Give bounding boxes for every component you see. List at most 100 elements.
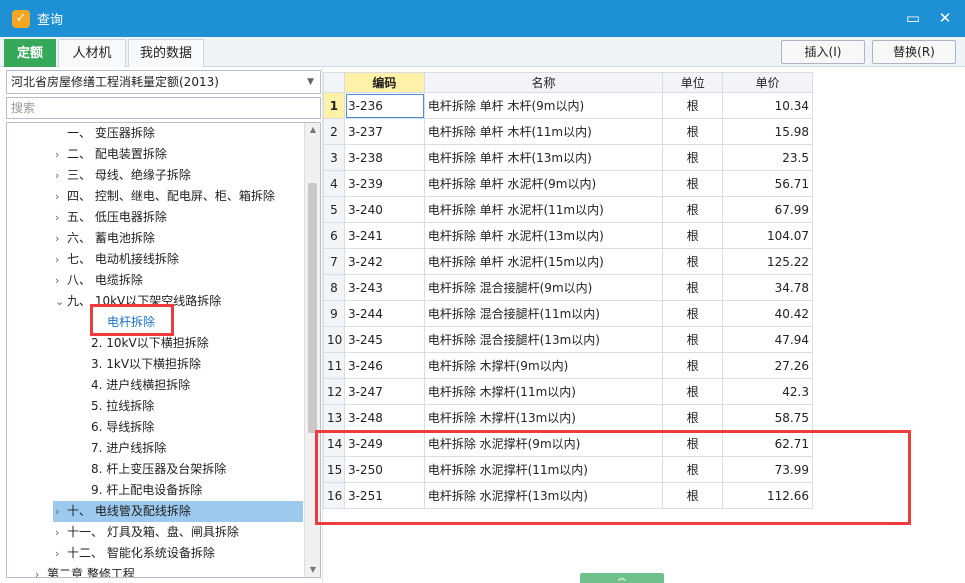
cell-name[interactable]: 电杆拆除 单杆 水泥杆(9m以内) bbox=[424, 171, 664, 197]
cell-price[interactable]: 40.42 bbox=[723, 301, 813, 327]
cell-code[interactable]: 3-245 bbox=[344, 327, 425, 353]
table-row[interactable]: 1 3-236 电杆拆除 单杆 木杆(9m以内) 根 10.34 bbox=[324, 93, 813, 119]
cell-name[interactable]: 电杆拆除 木撑杆(11m以内) bbox=[424, 379, 664, 405]
chevron-right-icon[interactable]: › bbox=[35, 564, 47, 577]
cell-name[interactable]: 电杆拆除 单杆 水泥杆(13m以内) bbox=[424, 223, 664, 249]
scroll-up-icon[interactable]: ▲ bbox=[305, 123, 320, 137]
row-index[interactable]: 12 bbox=[324, 379, 345, 405]
table-row[interactable]: 7 3-242 电杆拆除 单杆 水泥杆(15m以内) 根 125.22 bbox=[324, 249, 813, 275]
tab-my-data[interactable]: 我的数据 bbox=[128, 39, 204, 67]
row-index[interactable]: 4 bbox=[324, 171, 345, 197]
scrollbar-thumb[interactable] bbox=[308, 183, 317, 433]
cell-code[interactable]: 3-244 bbox=[344, 301, 425, 327]
tree-item[interactable]: 5. 拉线拆除 bbox=[91, 396, 154, 417]
cell-price[interactable]: 125.22 bbox=[723, 249, 813, 275]
cell-name[interactable]: 电杆拆除 混合接腿杆(9m以内) bbox=[424, 275, 664, 301]
row-index[interactable]: 2 bbox=[324, 119, 345, 145]
cell-unit[interactable]: 根 bbox=[663, 353, 724, 379]
tree-item[interactable]: › 五、 低压电器拆除 bbox=[55, 207, 167, 228]
cell-unit[interactable]: 根 bbox=[663, 379, 724, 405]
cell-code[interactable]: 3-240 bbox=[344, 197, 425, 223]
chevron-right-icon[interactable]: › bbox=[55, 144, 67, 165]
tree-item[interactable]: › 第二章 整修工程 bbox=[35, 564, 135, 577]
cell-price[interactable]: 23.5 bbox=[723, 145, 813, 171]
tree-item[interactable]: › 七、 电动机接线拆除 bbox=[55, 249, 179, 270]
table-row[interactable]: 5 3-240 电杆拆除 单杆 水泥杆(11m以内) 根 67.99 bbox=[324, 197, 813, 223]
table-row[interactable]: 13 3-248 电杆拆除 木撑杆(13m以内) 根 58.75 bbox=[324, 405, 813, 431]
chevron-right-icon[interactable]: › bbox=[55, 249, 67, 270]
table-row[interactable]: 4 3-239 电杆拆除 单杆 水泥杆(9m以内) 根 56.71 bbox=[324, 171, 813, 197]
cell-name[interactable]: 电杆拆除 单杆 木杆(13m以内) bbox=[424, 145, 664, 171]
header-unit[interactable]: 单位 bbox=[663, 73, 724, 93]
cell-unit[interactable]: 根 bbox=[663, 171, 724, 197]
tree-item[interactable]: › 四、 控制、继电、配电屏、柜、箱拆除 bbox=[55, 186, 275, 207]
cell-code[interactable]: 3-243 bbox=[344, 275, 425, 301]
cell-code[interactable]: 3-247 bbox=[344, 379, 425, 405]
table-row[interactable]: 8 3-243 电杆拆除 混合接腿杆(9m以内) 根 34.78 bbox=[324, 275, 813, 301]
tree-item[interactable]: › 八、 电缆拆除 bbox=[55, 270, 143, 291]
collapse-grip-icon[interactable]: ︽ bbox=[580, 573, 664, 583]
chevron-right-icon[interactable]: › bbox=[55, 186, 67, 207]
chevron-right-icon[interactable]: › bbox=[55, 270, 67, 291]
chevron-right-icon[interactable]: › bbox=[55, 501, 67, 522]
cell-code[interactable]: 3-241 bbox=[344, 223, 425, 249]
table-row[interactable]: 11 3-246 电杆拆除 木撑杆(9m以内) 根 27.26 bbox=[324, 353, 813, 379]
cell-unit[interactable]: 根 bbox=[663, 327, 724, 353]
cell-unit[interactable]: 根 bbox=[663, 405, 724, 431]
table-row[interactable]: 2 3-237 电杆拆除 单杆 木杆(11m以内) 根 15.98 bbox=[324, 119, 813, 145]
header-name[interactable]: 名称 bbox=[424, 73, 664, 93]
tree-item[interactable]: 6. 导线拆除 bbox=[91, 417, 154, 438]
chevron-right-icon[interactable]: › bbox=[55, 207, 67, 228]
tree-item[interactable]: 7. 进户线拆除 bbox=[91, 438, 166, 459]
tree-item[interactable]: 4. 进户线横担拆除 bbox=[91, 375, 190, 396]
cell-price[interactable]: 56.71 bbox=[723, 171, 813, 197]
insert-button[interactable]: 插入(I) bbox=[781, 40, 865, 64]
cell-price[interactable]: 27.26 bbox=[723, 353, 813, 379]
row-index[interactable]: 3 bbox=[324, 145, 345, 171]
cell-name[interactable]: 电杆拆除 混合接腿杆(13m以内) bbox=[424, 327, 664, 353]
cell-name[interactable]: 电杆拆除 木撑杆(9m以内) bbox=[424, 353, 664, 379]
tree-item[interactable]: 一、 变压器拆除 bbox=[55, 123, 155, 144]
header-code[interactable]: 编码 bbox=[344, 73, 425, 93]
header-price[interactable]: 单价 bbox=[723, 73, 813, 93]
tree-item[interactable]: 3. 1kV以下横担拆除 bbox=[91, 354, 201, 375]
tree-item[interactable]: › 三、 母线、绝缘子拆除 bbox=[55, 165, 191, 186]
row-index[interactable]: 10 bbox=[324, 327, 345, 353]
cell-name[interactable]: 电杆拆除 单杆 水泥杆(15m以内) bbox=[424, 249, 664, 275]
tab-quota[interactable]: 定额 bbox=[4, 39, 56, 67]
cell-name[interactable]: 电杆拆除 混合接腿杆(11m以内) bbox=[424, 301, 664, 327]
cell-code[interactable]: 3-236 bbox=[344, 93, 425, 119]
cell-name[interactable]: 电杆拆除 木撑杆(13m以内) bbox=[424, 405, 664, 431]
row-index[interactable]: 5 bbox=[324, 197, 345, 223]
quota-library-select[interactable]: 河北省房屋修缮工程消耗量定额(2013) ▼ bbox=[6, 70, 321, 94]
row-index[interactable]: 8 bbox=[324, 275, 345, 301]
table-row[interactable]: 10 3-245 电杆拆除 混合接腿杆(13m以内) 根 47.94 bbox=[324, 327, 813, 353]
cell-unit[interactable]: 根 bbox=[663, 301, 724, 327]
tree-item[interactable]: 2. 10kV以下横担拆除 bbox=[91, 333, 209, 354]
tree-item[interactable]: › 十一、 灯具及箱、盘、闸具拆除 bbox=[55, 522, 239, 543]
table-row[interactable]: 3 3-238 电杆拆除 单杆 木杆(13m以内) 根 23.5 bbox=[324, 145, 813, 171]
cell-name[interactable]: 电杆拆除 单杆 水泥杆(11m以内) bbox=[424, 197, 664, 223]
table-row[interactable]: 9 3-244 电杆拆除 混合接腿杆(11m以内) 根 40.42 bbox=[324, 301, 813, 327]
cell-code[interactable]: 3-239 bbox=[344, 171, 425, 197]
cell-price[interactable]: 34.78 bbox=[723, 275, 813, 301]
row-index[interactable]: 6 bbox=[324, 223, 345, 249]
cell-price[interactable]: 42.3 bbox=[723, 379, 813, 405]
cell-price[interactable]: 58.75 bbox=[723, 405, 813, 431]
cell-price[interactable]: 10.34 bbox=[723, 93, 813, 119]
cell-name[interactable]: 电杆拆除 单杆 木杆(11m以内) bbox=[424, 119, 664, 145]
chevron-right-icon[interactable]: › bbox=[55, 522, 67, 543]
cell-unit[interactable]: 根 bbox=[663, 223, 724, 249]
cell-code[interactable]: 3-237 bbox=[344, 119, 425, 145]
chevron-down-icon[interactable]: ⌄ bbox=[55, 291, 67, 312]
row-index[interactable]: 7 bbox=[324, 249, 345, 275]
row-index[interactable]: 11 bbox=[324, 353, 345, 379]
cell-price[interactable]: 67.99 bbox=[723, 197, 813, 223]
tree-item[interactable]: › 十二、 智能化系统设备拆除 bbox=[55, 543, 215, 564]
cell-price[interactable]: 15.98 bbox=[723, 119, 813, 145]
tree-item-selected[interactable]: › 十、 电线管及配线拆除 bbox=[53, 501, 303, 522]
row-index[interactable]: 1 bbox=[324, 93, 345, 119]
replace-button[interactable]: 替换(R) bbox=[872, 40, 956, 64]
chevron-right-icon[interactable]: › bbox=[55, 543, 67, 564]
scroll-down-icon[interactable]: ▼ bbox=[305, 563, 320, 577]
